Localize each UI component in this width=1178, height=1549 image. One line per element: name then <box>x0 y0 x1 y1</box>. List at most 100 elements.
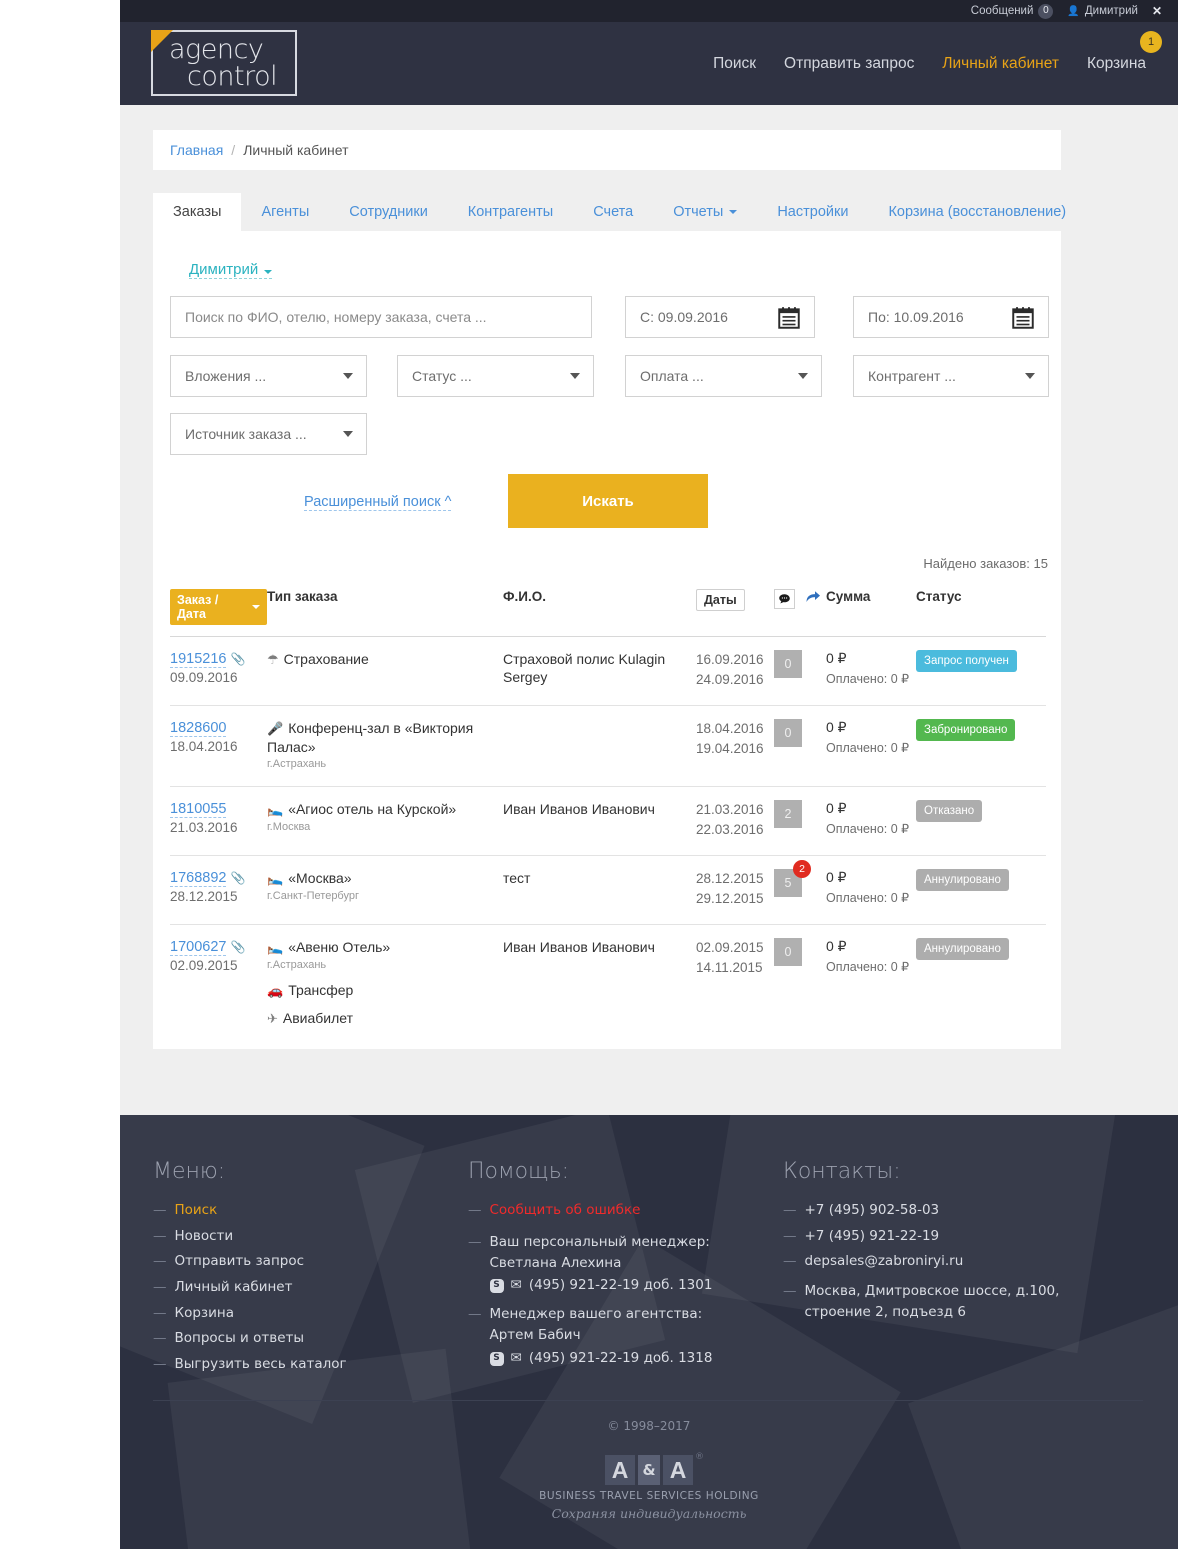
footer-menu-item[interactable]: — Личный кабинет <box>153 1275 468 1301</box>
payment-select-value: Оплата ... <box>640 368 704 384</box>
footer-menu-item[interactable]: — Поиск <box>153 1198 468 1224</box>
order-type-label: «Москва» <box>288 870 352 887</box>
order-number-link[interactable]: 1915216 <box>170 651 227 668</box>
footer-menu-item[interactable]: — Выгрузить весь каталог <box>153 1352 468 1378</box>
dash-icon: — <box>153 1330 167 1347</box>
tab-employees-label: Сотрудники <box>349 204 428 220</box>
mail-icon[interactable]: ✉ <box>511 1275 522 1296</box>
footer-contact-item: — +7 (495) 902-58-03 <box>783 1198 1103 1224</box>
sum-total: 0 ₽ <box>826 800 847 817</box>
col-comments <box>774 581 826 636</box>
messages-indicator[interactable]: Сообщений 0 <box>971 3 1054 19</box>
found-orders-count: Найдено заказов: 15 <box>923 556 1048 571</box>
calendar-icon[interactable] <box>1010 305 1036 331</box>
cell-order-number: 1810055 21.03.2016 <box>170 787 267 855</box>
tab-recycle-bin[interactable]: Корзина (восстановление) <box>868 193 1086 231</box>
order-number-link[interactable]: 1810055 <box>170 801 227 819</box>
calendar-icon[interactable] <box>776 305 802 331</box>
tab-counterparties[interactable]: Контрагенты <box>448 193 573 231</box>
table-row: 1828600 18.04.2016 🎤 Конференц-зал в «Вик… <box>170 706 1046 788</box>
col-dates[interactable]: Даты <box>696 581 774 636</box>
status-select[interactable]: Статус ... <box>397 355 594 397</box>
nav-item-personal-account[interactable]: Личный кабинет <box>942 55 1059 73</box>
aa-ampersand: & <box>638 1455 660 1485</box>
tab-orders[interactable]: Заказы <box>153 193 242 231</box>
comments-count-value: 5 <box>784 876 792 891</box>
nav-item-send-request[interactable]: Отправить запрос <box>784 55 914 73</box>
tab-employees[interactable]: Сотрудники <box>329 193 448 231</box>
footer-menu-item[interactable]: — Отправить запрос <box>153 1249 468 1275</box>
logo-line-1: agency <box>169 34 264 65</box>
footer-link-personal-account[interactable]: Личный кабинет <box>175 1275 293 1301</box>
col-order-date-sort-chip[interactable]: Заказ / Дата <box>170 589 267 625</box>
tab-reports[interactable]: Отчеты <box>653 193 757 231</box>
messages-count-badge: 0 <box>1038 3 1054 19</box>
owner-selector[interactable]: Димитрий <box>189 261 273 279</box>
order-source-select[interactable]: Источник заказа ... <box>170 413 367 455</box>
order-city: г.Москва <box>267 820 311 833</box>
footer-link-faq[interactable]: Вопросы и ответы <box>175 1326 305 1352</box>
logo[interactable]: agency control <box>151 30 297 96</box>
advanced-search-link[interactable]: Расширенный поиск ^ <box>304 494 452 511</box>
comments-count-badge[interactable]: 0 <box>774 719 802 748</box>
mail-icon[interactable]: ✉ <box>511 1348 522 1369</box>
footer-help-item[interactable]: — Сообщить об ошибке <box>468 1198 783 1224</box>
comments-count-badge[interactable]: 0 <box>774 938 802 967</box>
col-dates-chip[interactable]: Даты <box>696 589 745 611</box>
order-number-link[interactable]: 1828600 <box>170 720 227 738</box>
cell-sum: 0 ₽ Оплачено: 0 ₽ <box>826 856 916 924</box>
footer-link-search[interactable]: Поиск <box>175 1198 218 1224</box>
comments-count-badge[interactable]: 5 2 <box>774 860 811 898</box>
comments-count-badge[interactable]: 2 <box>774 800 802 829</box>
sum-total: 0 ₽ <box>826 719 847 736</box>
breadcrumb-home[interactable]: Главная <box>170 142 223 158</box>
status-badge: Забронировано <box>916 719 1016 742</box>
footer-divider <box>153 1400 1143 1401</box>
fio-value: Иван Иванов Иванович <box>503 801 655 818</box>
footer-link-export-catalog[interactable]: Выгрузить весь каталог <box>175 1352 347 1378</box>
dash-icon: — <box>153 1304 167 1321</box>
order-type-label: Конференц-зал в «Виктория Палас» <box>267 720 474 755</box>
order-number-link[interactable]: 1768892 <box>170 870 227 888</box>
tab-recycle-bin-label: Корзина (восстановление) <box>888 204 1067 220</box>
col-order-date[interactable]: Заказ / Дата <box>170 581 267 636</box>
fio-value: Иван Иванов Иванович <box>503 939 655 956</box>
payment-select[interactable]: Оплата ... <box>625 355 822 397</box>
footer-link-cart[interactable]: Корзина <box>175 1301 234 1327</box>
tab-agents[interactable]: Агенты <box>241 193 329 231</box>
comments-count-badge[interactable]: 0 <box>774 650 802 678</box>
cell-sum: 0 ₽ Оплачено: 0 ₽ <box>826 787 916 855</box>
footer-menu-item[interactable]: — Вопросы и ответы <box>153 1326 468 1352</box>
bed-icon: 🛌 <box>267 940 284 956</box>
search-button[interactable]: Искать <box>508 474 708 528</box>
col-order-date-label: Заказ / Дата <box>177 593 219 621</box>
tab-invoices[interactable]: Счета <box>573 193 653 231</box>
cell-dates: 28.12.2015 29.12.2015 <box>696 856 774 924</box>
nav-item-search[interactable]: Поиск <box>713 55 756 73</box>
date-from-field[interactable]: С: 09.09.2016 <box>625 296 815 338</box>
skype-icon[interactable]: S <box>489 1278 504 1293</box>
order-number-link[interactable]: 1700627 <box>170 939 227 957</box>
search-input[interactable]: Поиск по ФИО, отелю, номеру заказа, счет… <box>170 296 592 338</box>
tab-settings[interactable]: Настройки <box>757 193 868 231</box>
attachments-select[interactable]: Вложения ... <box>170 355 367 397</box>
cell-order-number: 1915216 📎 09.09.2016 <box>170 637 267 705</box>
nav-item-cart[interactable]: Корзина 1 <box>1087 30 1162 73</box>
footer-link-send-request[interactable]: Отправить запрос <box>175 1249 305 1275</box>
dash-icon: — <box>153 1202 167 1218</box>
date-to-field[interactable]: По: 10.09.2016 <box>853 296 1049 338</box>
counterparty-select[interactable]: Контрагент ... <box>853 355 1049 397</box>
skype-icon[interactable]: S <box>489 1351 504 1366</box>
footer-contact-item[interactable]: — depsales@zabroniryi.ru <box>783 1249 1103 1275</box>
footer-link-news[interactable]: Новости <box>175 1224 234 1250</box>
share-arrow-icon[interactable] <box>805 591 821 608</box>
dash-icon: — <box>153 1278 167 1295</box>
date-to-value: По: 10.09.2016 <box>868 309 964 325</box>
comment-icon[interactable] <box>774 589 795 609</box>
footer-link-report-error[interactable]: Сообщить об ошибке <box>490 1198 641 1224</box>
footer-menu-item[interactable]: — Новости <box>153 1224 468 1250</box>
contact-email[interactable]: depsales@zabroniryi.ru <box>805 1249 964 1275</box>
close-icon[interactable]: ✕ <box>1152 4 1162 18</box>
user-menu[interactable]: 👤 Димитрий <box>1067 5 1138 17</box>
footer-menu-item[interactable]: — Корзина <box>153 1301 468 1327</box>
